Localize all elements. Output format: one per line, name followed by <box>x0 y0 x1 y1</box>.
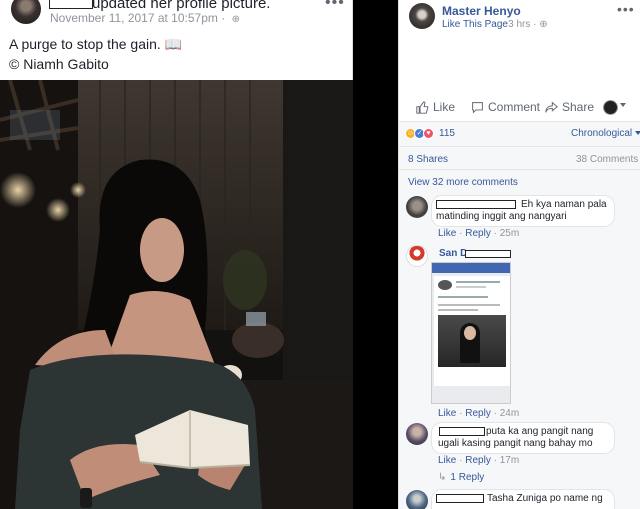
comment-time[interactable]: 17m <box>500 455 519 466</box>
share-arrow-icon <box>545 101 558 113</box>
comment-reply-link[interactable]: Reply <box>465 408 491 419</box>
chevron-down-icon[interactable] <box>620 103 626 107</box>
photo-viewer: updated her profile picture. November 11… <box>0 0 398 509</box>
post-photo[interactable] <box>0 80 353 509</box>
screenshot-text-line <box>456 281 500 283</box>
love-reaction-icon[interactable]: ♥ <box>423 128 434 139</box>
comment-time[interactable]: 24m <box>500 408 519 419</box>
reaction-count[interactable]: 115 <box>439 128 455 139</box>
comment-time[interactable]: 25m <box>500 228 519 239</box>
comment-meta: Like · Reply · 24m <box>438 408 520 419</box>
comment-reply-link[interactable]: Reply <box>465 455 491 466</box>
commenter-name[interactable]: San D <box>439 248 467 259</box>
comment-like-link[interactable]: Like <box>438 408 456 419</box>
photo-illustration <box>0 80 353 509</box>
comment-text: ugali kasing pangit nang bahay mo <box>438 438 593 449</box>
screenshot-text-line <box>456 286 486 288</box>
reply-arrow-icon: ↳ <box>438 472 447 483</box>
comments-count[interactable]: 38 Comments <box>576 154 638 165</box>
comment-like-link[interactable]: Like <box>438 455 456 466</box>
view-more-comments-link[interactable]: View 32 more comments <box>408 177 518 188</box>
redacted-commenter-name <box>439 427 485 436</box>
screenshot-facebook-bar <box>432 263 510 273</box>
like-button[interactable]: Like <box>416 100 455 114</box>
photo-side-gutter <box>353 80 398 509</box>
redacted-commenter-name <box>436 200 516 209</box>
sort-label: Chronological <box>571 128 633 139</box>
globe-icon: ⊕ <box>231 14 240 25</box>
like-button-label: Like <box>433 100 456 114</box>
more-options-icon[interactable]: ••• <box>325 0 345 12</box>
reactions-row: ☺ ✓ ♥ 115 Chronological <box>399 122 640 146</box>
page-name-link[interactable]: Master Henyo <box>442 4 521 18</box>
comment-text: matinding inggit ang nangyari <box>436 211 567 222</box>
redacted-commenter-name <box>436 494 484 503</box>
post-date-text: November 11, 2017 at 10:57pm <box>50 11 218 25</box>
comment-text: Eh kya naman pala <box>521 199 607 210</box>
poster-avatar[interactable] <box>9 0 43 26</box>
thumbs-up-icon <box>416 100 429 114</box>
post-header: updated her profile picture. November 11… <box>0 0 353 80</box>
commenter-avatar[interactable] <box>406 196 428 218</box>
screenshot-text-line <box>438 304 500 306</box>
stats-row: 8 Shares 38 Comments <box>399 146 640 170</box>
share-button[interactable]: Share <box>545 100 594 114</box>
comment-screenshot-image[interactable] <box>431 262 511 404</box>
commenter-avatar[interactable] <box>406 245 428 267</box>
page-avatar[interactable] <box>409 3 435 29</box>
page-post-time[interactable]: · 3 hrs · ⊕ <box>502 19 548 30</box>
comment-button[interactable]: Comment <box>471 100 540 114</box>
comment-reply-link[interactable]: Reply <box>465 228 491 239</box>
view-replies-link[interactable]: ↳ 1 Reply <box>438 472 484 483</box>
screenshot-face <box>464 326 476 340</box>
post-caption: A purge to stop the gain. 📖 <box>9 36 183 52</box>
chevron-down-icon <box>635 131 640 136</box>
comment-button-label: Comment <box>488 100 541 114</box>
comment-meta: Like · Reply · 25m <box>438 228 520 239</box>
like-page-link[interactable]: Like This Page <box>442 19 508 30</box>
commenter-avatar[interactable] <box>406 490 428 509</box>
replies-count: 1 Reply <box>450 472 485 483</box>
redacted-poster-name <box>49 0 93 9</box>
comment-text: puta ka ang pangit nang <box>486 426 594 437</box>
comment-text: Tasha Zuniga po name ng <box>487 493 603 504</box>
date-separator: · <box>221 11 226 25</box>
comments-area: ☺ ✓ ♥ 115 Chronological 8 Shares 38 Comm… <box>399 122 640 509</box>
commenter-avatar[interactable] <box>406 423 428 445</box>
share-button-label: Share <box>562 100 595 114</box>
comments-panel: Master Henyo Like This Page · 3 hrs · ⊕ … <box>398 0 640 509</box>
screenshot-text-line <box>438 309 478 311</box>
action-bar: Like Comment Share <box>399 94 640 122</box>
redacted-commenter-name <box>465 250 511 258</box>
comment-like-link[interactable]: Like <box>438 228 456 239</box>
screenshot-avatar <box>438 280 452 290</box>
post-credit: © Niamh Gabito <box>9 56 109 72</box>
page-more-options-icon[interactable]: ••• <box>617 1 635 17</box>
viewer-avatar[interactable] <box>603 100 618 115</box>
post-timestamp[interactable]: November 11, 2017 at 10:57pm · ⊕ <box>50 11 240 25</box>
comment-meta: Like · Reply · 17m <box>438 455 520 466</box>
speech-bubble-icon <box>472 101 483 114</box>
comment-sort-select[interactable]: Chronological <box>571 128 640 139</box>
shares-count-link[interactable]: 8 Shares <box>408 154 448 165</box>
screenshot-text-line <box>438 296 488 298</box>
